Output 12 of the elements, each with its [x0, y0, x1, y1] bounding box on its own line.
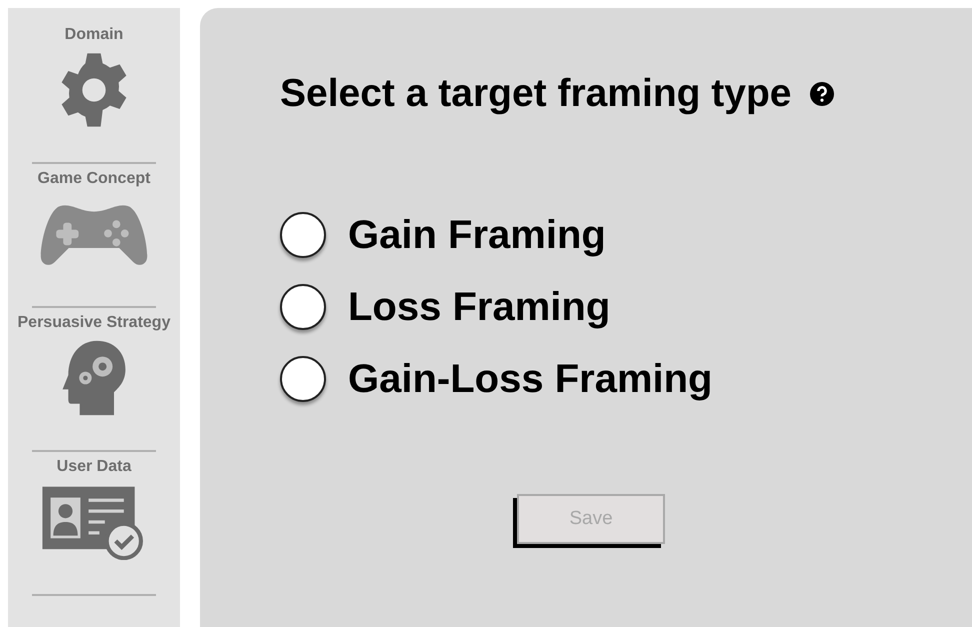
- sidebar-item[interactable]: Domain: [64, 26, 124, 44]
- radio-button[interactable]: [280, 284, 326, 330]
- help-icon[interactable]: [810, 82, 834, 106]
- radio-option[interactable]: Loss Framing: [280, 284, 972, 330]
- radio-button[interactable]: [280, 212, 326, 258]
- radio-button[interactable]: [280, 356, 326, 402]
- sidebar-item[interactable]: Game Concept: [38, 170, 150, 188]
- sidebar-item[interactable]: Persuasive Strategy: [18, 314, 170, 332]
- sidebar-item[interactable]: User Data: [56, 458, 132, 476]
- radio-option[interactable]: Gain-Loss Framing: [280, 356, 972, 402]
- question-title: Select a target framing type: [280, 72, 792, 116]
- radio-option[interactable]: Gain Framing: [280, 212, 972, 258]
